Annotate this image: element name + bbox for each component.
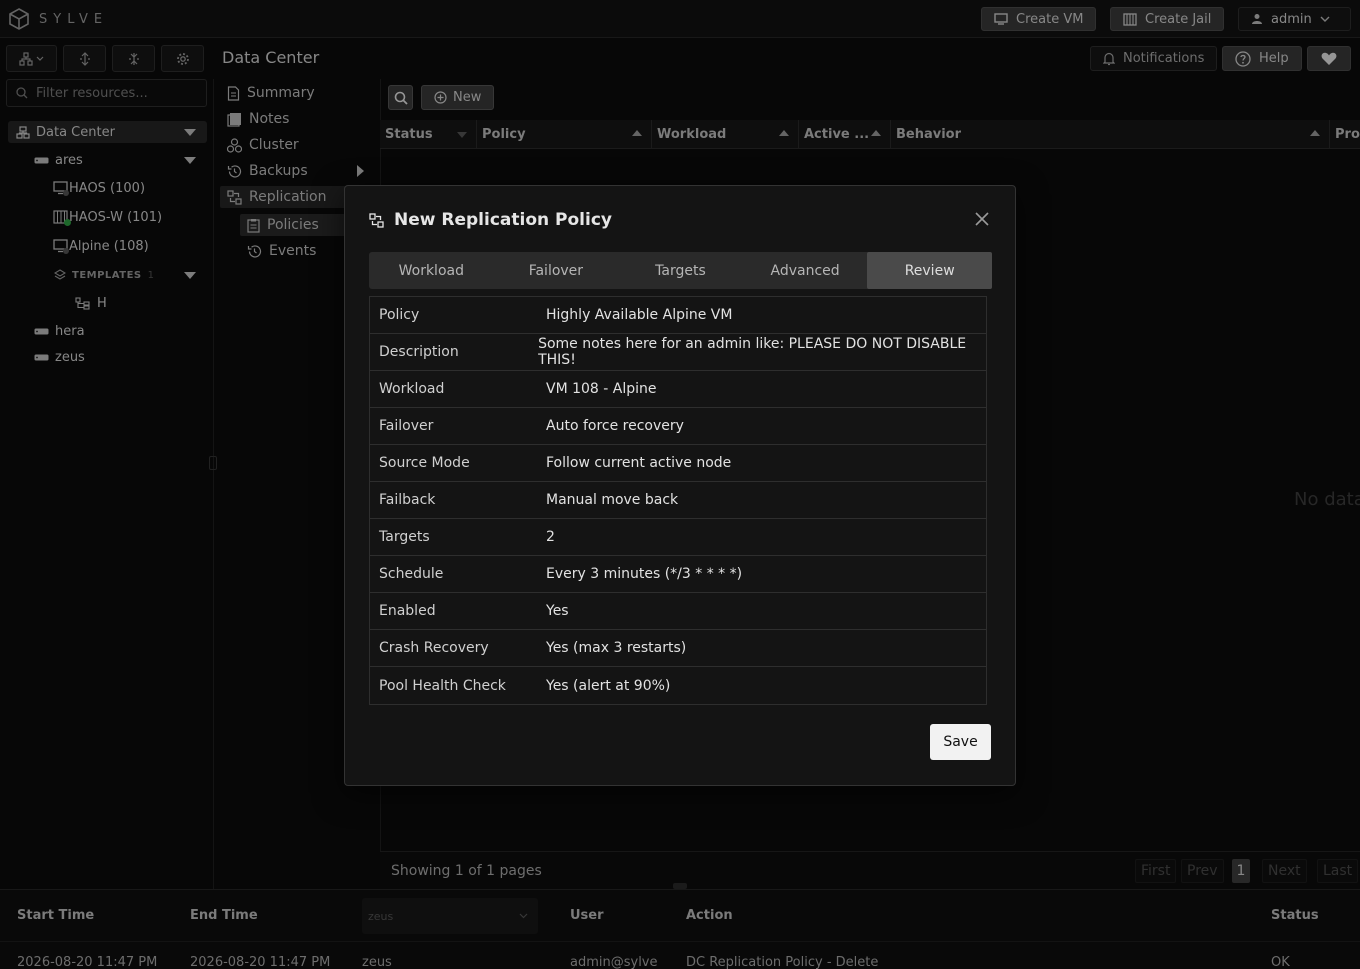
review-row: Schedule Every 3 minutes (*/3 * * * *) [370, 556, 986, 593]
review-key: Crash Recovery [379, 640, 489, 656]
review-row: Failover Auto force recovery [370, 408, 986, 445]
review-value: Yes (alert at 90%) [546, 677, 671, 694]
review-key: Description [379, 344, 459, 360]
review-row: Source Mode Follow current active node [370, 445, 986, 482]
replication-icon [369, 212, 384, 228]
review-row: Failback Manual move back [370, 482, 986, 519]
tab-failover[interactable]: Failover [494, 252, 619, 289]
review-value: Follow current active node [546, 455, 732, 471]
review-table: Policy Highly Available Alpine VM Descrip… [369, 296, 987, 705]
review-value: VM 108 - Alpine [546, 381, 657, 397]
tab-targets[interactable]: Targets [618, 252, 743, 289]
tab-workload[interactable]: Workload [369, 252, 494, 289]
review-row: Enabled Yes [370, 593, 986, 630]
review-key: Targets [379, 529, 430, 545]
save-button[interactable]: Save [930, 724, 991, 760]
review-value: Yes (max 3 restarts) [546, 640, 687, 656]
new-replication-policy-dialog: New Replication Policy Workload Failover… [344, 185, 1016, 786]
review-value: Every 3 minutes (*/3 * * * *) [546, 566, 743, 582]
review-key: Failback [379, 492, 436, 508]
dialog-title: New Replication Policy [369, 210, 612, 230]
close-icon[interactable] [975, 212, 989, 230]
tab-review[interactable]: Review [867, 252, 992, 289]
review-key: Enabled [379, 603, 436, 619]
review-row: Policy Highly Available Alpine VM [370, 297, 986, 334]
review-key: Source Mode [379, 455, 470, 471]
review-row: Crash Recovery Yes (max 3 restarts) [370, 630, 986, 667]
review-value: 2 [546, 529, 555, 545]
dialog-title-text: New Replication Policy [394, 210, 612, 230]
review-value: Yes [546, 603, 569, 619]
review-value: Manual move back [546, 492, 679, 508]
wizard-tabs: Workload Failover Targets Advanced Revie… [369, 252, 992, 289]
review-key: Schedule [379, 566, 444, 582]
review-key: Policy [379, 307, 420, 323]
review-key: Failover [379, 418, 434, 434]
tab-advanced[interactable]: Advanced [743, 252, 868, 289]
review-value: Highly Available Alpine VM [546, 307, 733, 323]
review-row: Description Some notes here for an admin … [370, 334, 986, 371]
review-row: Workload VM 108 - Alpine [370, 371, 986, 408]
review-key: Pool Health Check [379, 677, 506, 694]
review-value: Auto force recovery [546, 418, 684, 434]
review-row: Pool Health Check Yes (alert at 90%) [370, 667, 986, 704]
review-key: Workload [379, 381, 445, 397]
review-row: Targets 2 [370, 519, 986, 556]
review-value: Some notes here for an admin like: PLEAS… [538, 336, 967, 368]
